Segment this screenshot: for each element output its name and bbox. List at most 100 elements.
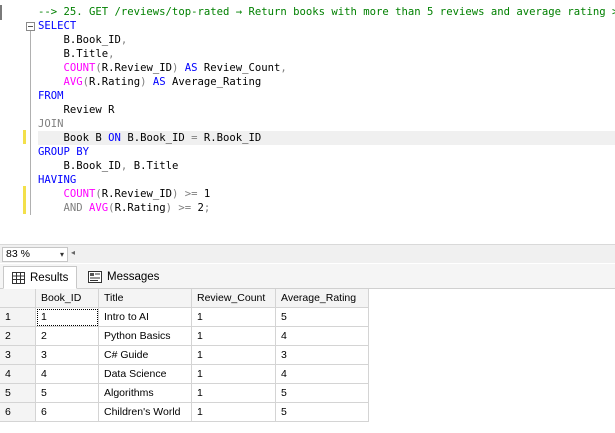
header-row: Book_ID Title Review_Count Average_Ratin… [0, 289, 369, 308]
row-number[interactable]: 2 [0, 326, 36, 346]
table-cell[interactable]: 1 [191, 307, 276, 327]
table-cell[interactable]: 4 [275, 326, 369, 346]
code-token: R.Book_ID [197, 132, 262, 144]
table-row[interactable]: 2 2 Python Basics 1 4 [0, 326, 369, 346]
code-line[interactable]: COUNT(R.Review_ID) >= 1 [38, 187, 211, 201]
code-token: AND [63, 202, 90, 214]
table-cell[interactable]: 5 [35, 383, 99, 403]
code-token: --> 25. GET /reviews/top-rated → Return … [38, 6, 615, 18]
code-token: B.Title [127, 160, 179, 172]
table-cell[interactable]: 5 [275, 383, 369, 403]
table-cell[interactable]: Algorithms [98, 383, 192, 403]
results-grid[interactable]: Book_ID Title Review_Count Average_Ratin… [0, 289, 369, 422]
results-tab-strip: Results Messages [0, 264, 615, 289]
zoom-dropdown[interactable]: 83 % ▾ [2, 247, 68, 262]
zoom-value: 83 % [6, 248, 30, 260]
table-cell[interactable]: 1 [191, 345, 276, 365]
table-cell[interactable]: 1 [191, 326, 276, 346]
table-cell[interactable]: Intro to AI [98, 307, 192, 327]
table-cell[interactable]: C# Guide [98, 345, 192, 365]
row-number-header[interactable] [0, 289, 36, 308]
code-line[interactable]: B.Book_ID, [38, 33, 128, 47]
code-line[interactable]: AND AVG(R.Rating) >= 2; [38, 201, 211, 215]
tab-messages-label: Messages [107, 270, 160, 283]
results-body: 1 1 Intro to AI 1 5 2 2 Python Basics 1 4 3 3 C# Gui… [0, 307, 369, 422]
code-token: Book B [38, 132, 109, 144]
table-cell[interactable]: 5 [275, 402, 369, 422]
column-header-title[interactable]: Title [98, 289, 192, 308]
table-cell[interactable]: 3 [275, 345, 369, 365]
editor-status-bar: 83 % ▾ ◂ [0, 244, 615, 263]
code-token: AS [146, 76, 172, 88]
row-number[interactable]: 3 [0, 345, 36, 365]
column-header-average-rating[interactable]: Average_Rating [275, 289, 369, 308]
collapse-toggle-icon[interactable] [26, 22, 35, 31]
table-cell[interactable]: 4 [275, 364, 369, 384]
code-line[interactable]: SELECT [38, 19, 76, 33]
table-cell[interactable]: 1 [35, 307, 99, 327]
current-statement-marker [0, 5, 28, 20]
table-row[interactable]: 6 6 Children's World 1 5 [0, 402, 369, 422]
code-line[interactable]: GROUP BY [38, 145, 89, 159]
table-cell[interactable]: 3 [35, 345, 99, 365]
code-token: COUNT [63, 62, 96, 74]
code-token: B.Book_ID [38, 34, 121, 46]
row-number[interactable]: 6 [0, 402, 36, 422]
table-cell[interactable]: 1 [191, 402, 276, 422]
tab-messages[interactable]: Messages [80, 266, 167, 287]
code-token: JOIN [38, 118, 64, 130]
table-cell[interactable]: Python Basics [98, 326, 192, 346]
code-token: , [108, 48, 115, 60]
table-cell[interactable]: 2 [35, 326, 99, 346]
table-row[interactable]: 4 4 Data Science 1 4 [0, 364, 369, 384]
query-editor[interactable]: --> 25. GET /reviews/top-rated → Return … [0, 0, 615, 244]
code-line[interactable]: Book B ON B.Book_ID = R.Book_ID [38, 131, 615, 145]
code-line[interactable]: AVG(R.Rating) AS Average_Rating [38, 75, 262, 89]
code-line[interactable]: Review R [38, 103, 115, 117]
change-marker [23, 186, 26, 214]
code-line[interactable]: B.Title, [38, 47, 115, 61]
row-number[interactable]: 4 [0, 364, 36, 384]
table-cell[interactable]: 1 [191, 383, 276, 403]
code-token: Average_Rating [171, 76, 262, 88]
column-header-book-id[interactable]: Book_ID [35, 289, 99, 308]
column-header-review-count[interactable]: Review_Count [191, 289, 276, 308]
code-line[interactable]: COUNT(R.Review_ID) AS Review_Count, [38, 61, 287, 75]
table-cell[interactable]: 6 [35, 402, 99, 422]
code-token: >= [178, 188, 204, 200]
code-token: ; [203, 202, 211, 214]
scroll-left-icon[interactable]: ◂ [71, 248, 75, 257]
chevron-down-icon: ▾ [59, 250, 64, 259]
table-row[interactable]: 3 3 C# Guide 1 3 [0, 345, 369, 365]
row-number[interactable]: 5 [0, 383, 36, 403]
code-token: R.Rating [114, 202, 166, 214]
table-row[interactable]: 5 5 Algorithms 1 5 [0, 383, 369, 403]
code-line[interactable]: --> 25. GET /reviews/top-rated → Return … [38, 5, 615, 19]
code-token: COUNT [63, 188, 96, 200]
code-token: GROUP BY [38, 146, 90, 158]
code-token: >= [171, 202, 198, 214]
code-token: AVG [63, 76, 83, 88]
row-number[interactable]: 1 [0, 307, 36, 327]
code-line[interactable]: B.Book_ID, B.Title [38, 159, 179, 173]
table-cell[interactable]: 5 [275, 307, 369, 327]
code-token: B.Book_ID [38, 160, 121, 172]
tab-results[interactable]: Results [3, 266, 78, 289]
code-token: Review R [38, 104, 115, 116]
code-token: AVG [89, 202, 109, 214]
code-token: , [280, 62, 287, 74]
table-cell[interactable]: Data Science [98, 364, 192, 384]
table-cell[interactable]: 1 [191, 364, 276, 384]
messages-icon [88, 270, 102, 283]
table-cell[interactable]: Children's World [98, 402, 192, 422]
change-marker [23, 130, 26, 144]
code-token: R.Review_ID [101, 62, 172, 74]
code-line[interactable]: FROM [38, 89, 64, 103]
table-cell[interactable]: 4 [35, 364, 99, 384]
fold-guide [30, 31, 31, 215]
table-row[interactable]: 1 1 Intro to AI 1 5 [0, 307, 369, 327]
code-line[interactable]: JOIN [38, 117, 64, 131]
code-line[interactable]: HAVING [38, 173, 76, 187]
code-token: ON [108, 132, 121, 144]
